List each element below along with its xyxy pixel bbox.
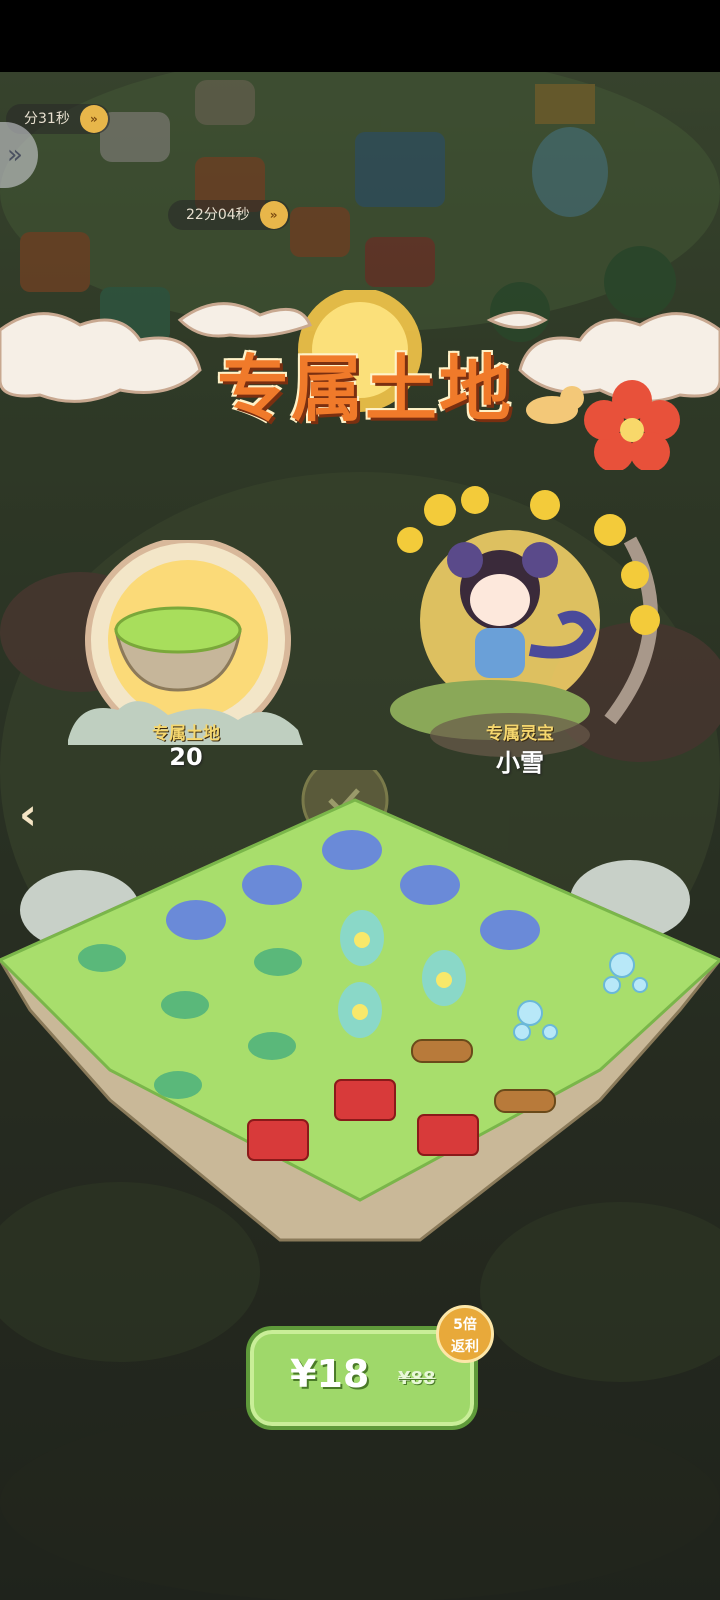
status-bar (0, 0, 720, 72)
rebate-badge: 5倍 返利 (436, 1305, 494, 1363)
timer-text: 22分04秒 (186, 207, 250, 223)
rebate-badge-line2: 返利 (451, 1339, 479, 1355)
timer-text: 分31秒 (24, 111, 70, 127)
rebate-badge-line1: 5倍 (453, 1317, 477, 1333)
timer-pill: 22分04秒 » (168, 200, 290, 230)
land-card-value: 20 (169, 743, 203, 771)
spirit-egg (340, 910, 384, 966)
original-price-label: ¥88 (398, 1368, 436, 1389)
land-card-label: 专属土地 (152, 724, 220, 744)
land-island (0, 770, 720, 1242)
fast-forward-icon[interactable]: » (259, 201, 288, 229)
pet-card-label: 专属灵宝 (486, 724, 554, 744)
price-label: ¥18 (290, 1352, 370, 1396)
page-title: 专属土地 (216, 346, 513, 431)
fast-forward-icon[interactable]: » (79, 105, 108, 133)
